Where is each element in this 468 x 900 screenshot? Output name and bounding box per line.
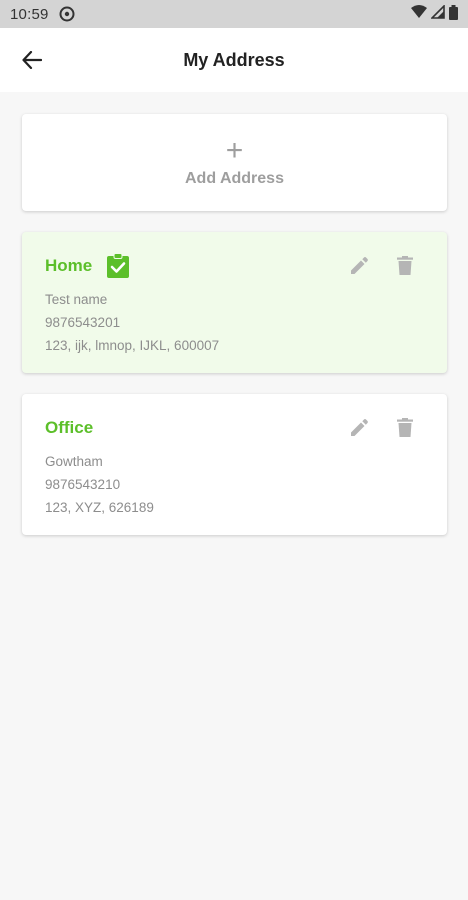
edit-address-button[interactable] xyxy=(349,254,369,276)
address-type: Office xyxy=(45,418,94,437)
address-type: Home xyxy=(45,256,93,275)
address-card-office[interactable]: Office Gowtham 9876543210 123, XYZ, 6261… xyxy=(22,394,447,535)
pencil-icon xyxy=(350,256,368,274)
wifi-icon xyxy=(411,5,427,23)
plus-icon: + xyxy=(225,133,244,167)
address-phone: 9876543201 xyxy=(45,315,121,330)
address-text: 123, XYZ, 626189 xyxy=(45,500,154,515)
address-list: + Add Address Home Test name 9876543201 … xyxy=(0,92,468,535)
status-indicators xyxy=(411,4,458,24)
add-address-label: Add Address xyxy=(185,169,284,187)
trash-icon xyxy=(397,417,413,437)
pencil-icon xyxy=(350,418,368,436)
notification-icon xyxy=(59,6,75,22)
page-title: My Address xyxy=(183,49,285,70)
status-time: 10:59 xyxy=(10,5,49,23)
signal-icon xyxy=(430,4,445,23)
back-button[interactable] xyxy=(14,44,50,76)
delete-address-button[interactable] xyxy=(395,254,415,276)
status-bar: 10:59 xyxy=(0,0,468,28)
battery-icon xyxy=(449,4,458,24)
arrow-back-icon xyxy=(22,51,42,69)
selected-check-icon xyxy=(106,253,130,279)
add-address-button[interactable]: + Add Address xyxy=(22,114,447,211)
edit-address-button[interactable] xyxy=(349,416,369,438)
address-card-home[interactable]: Home Test name 9876543201 123, ijk, lmno… xyxy=(22,232,447,373)
address-text: 123, ijk, lmnop, IJKL, 600007 xyxy=(45,338,220,353)
address-phone: 9876543210 xyxy=(45,477,121,492)
address-name: Gowtham xyxy=(45,454,103,469)
trash-icon xyxy=(397,255,413,275)
address-name: Test name xyxy=(45,292,108,307)
delete-address-button[interactable] xyxy=(395,416,415,438)
app-bar: My Address xyxy=(0,28,468,92)
